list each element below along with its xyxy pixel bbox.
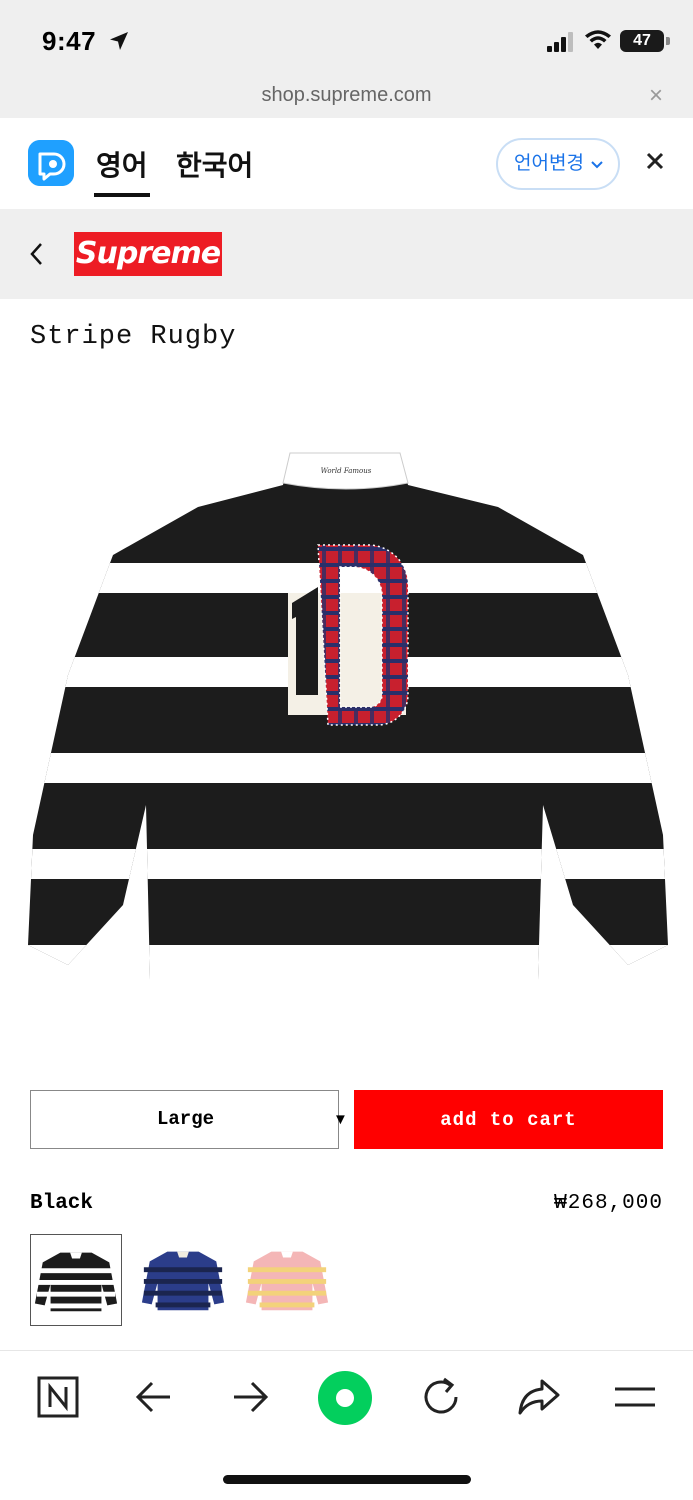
tab-target-language[interactable]: 한국어 bbox=[176, 144, 253, 184]
back-chevron-icon[interactable] bbox=[26, 239, 48, 269]
home-icon[interactable] bbox=[316, 1369, 374, 1427]
svg-text:World Famous: World Famous bbox=[321, 467, 372, 475]
papago-logo-icon bbox=[28, 140, 74, 186]
forward-arrow-icon[interactable] bbox=[226, 1373, 274, 1421]
product-price: ₩268,000 bbox=[554, 1192, 663, 1215]
browser-bottom-bar bbox=[0, 1350, 693, 1500]
swatch-pink[interactable] bbox=[242, 1234, 334, 1326]
translate-bar: 영어 한국어 언어변경 bbox=[0, 118, 693, 209]
browser-top-chrome: 9:47 47 shop.supreme.com × bbox=[0, 0, 693, 118]
swatch-navy[interactable] bbox=[138, 1234, 230, 1326]
close-translate-icon[interactable] bbox=[640, 146, 670, 176]
tab-active-underline bbox=[94, 193, 150, 197]
menu-icon[interactable] bbox=[611, 1373, 659, 1421]
battery-indicator: 47 bbox=[620, 30, 664, 52]
url-close-icon[interactable]: × bbox=[644, 84, 668, 108]
color-name: Black bbox=[30, 1192, 94, 1215]
supreme-logo[interactable]: Supreme bbox=[74, 232, 222, 276]
change-language-label: 언어변경 bbox=[514, 153, 584, 174]
dropdown-arrow-icon: ▼ bbox=[333, 1111, 348, 1128]
add-to-cart-button[interactable]: add to cart bbox=[354, 1090, 663, 1149]
swatch-black-image bbox=[34, 1252, 118, 1312]
location-arrow-icon bbox=[110, 32, 128, 50]
status-time: 9:47 bbox=[42, 26, 97, 56]
swatch-navy-image bbox=[141, 1251, 225, 1311]
back-arrow-icon[interactable] bbox=[130, 1373, 178, 1421]
url-bar[interactable]: shop.supreme.com bbox=[0, 84, 693, 107]
product-title: Stripe Rugby bbox=[30, 322, 237, 352]
wifi-icon bbox=[585, 30, 611, 49]
site-header: Supreme bbox=[0, 209, 693, 299]
home-indicator bbox=[223, 1475, 471, 1484]
close-icon bbox=[646, 152, 664, 170]
naver-icon[interactable] bbox=[34, 1373, 82, 1421]
change-language-button[interactable]: 언어변경 bbox=[496, 138, 620, 190]
swatch-pink-image bbox=[245, 1251, 329, 1311]
tab-source-language[interactable]: 영어 bbox=[96, 144, 148, 184]
product-image[interactable]: World Famous bbox=[28, 445, 668, 990]
status-bar: 9:47 47 bbox=[0, 0, 693, 80]
battery-tip bbox=[666, 37, 670, 45]
reload-icon[interactable] bbox=[418, 1373, 466, 1421]
battery-level: 47 bbox=[633, 32, 651, 49]
swatch-black[interactable] bbox=[30, 1234, 122, 1326]
chevron-down-icon bbox=[591, 161, 603, 169]
cellular-signal-icon bbox=[547, 32, 573, 52]
size-select-value: Large bbox=[156, 1108, 214, 1130]
size-select[interactable]: Large ▼ bbox=[30, 1090, 348, 1149]
share-icon[interactable] bbox=[514, 1373, 562, 1421]
